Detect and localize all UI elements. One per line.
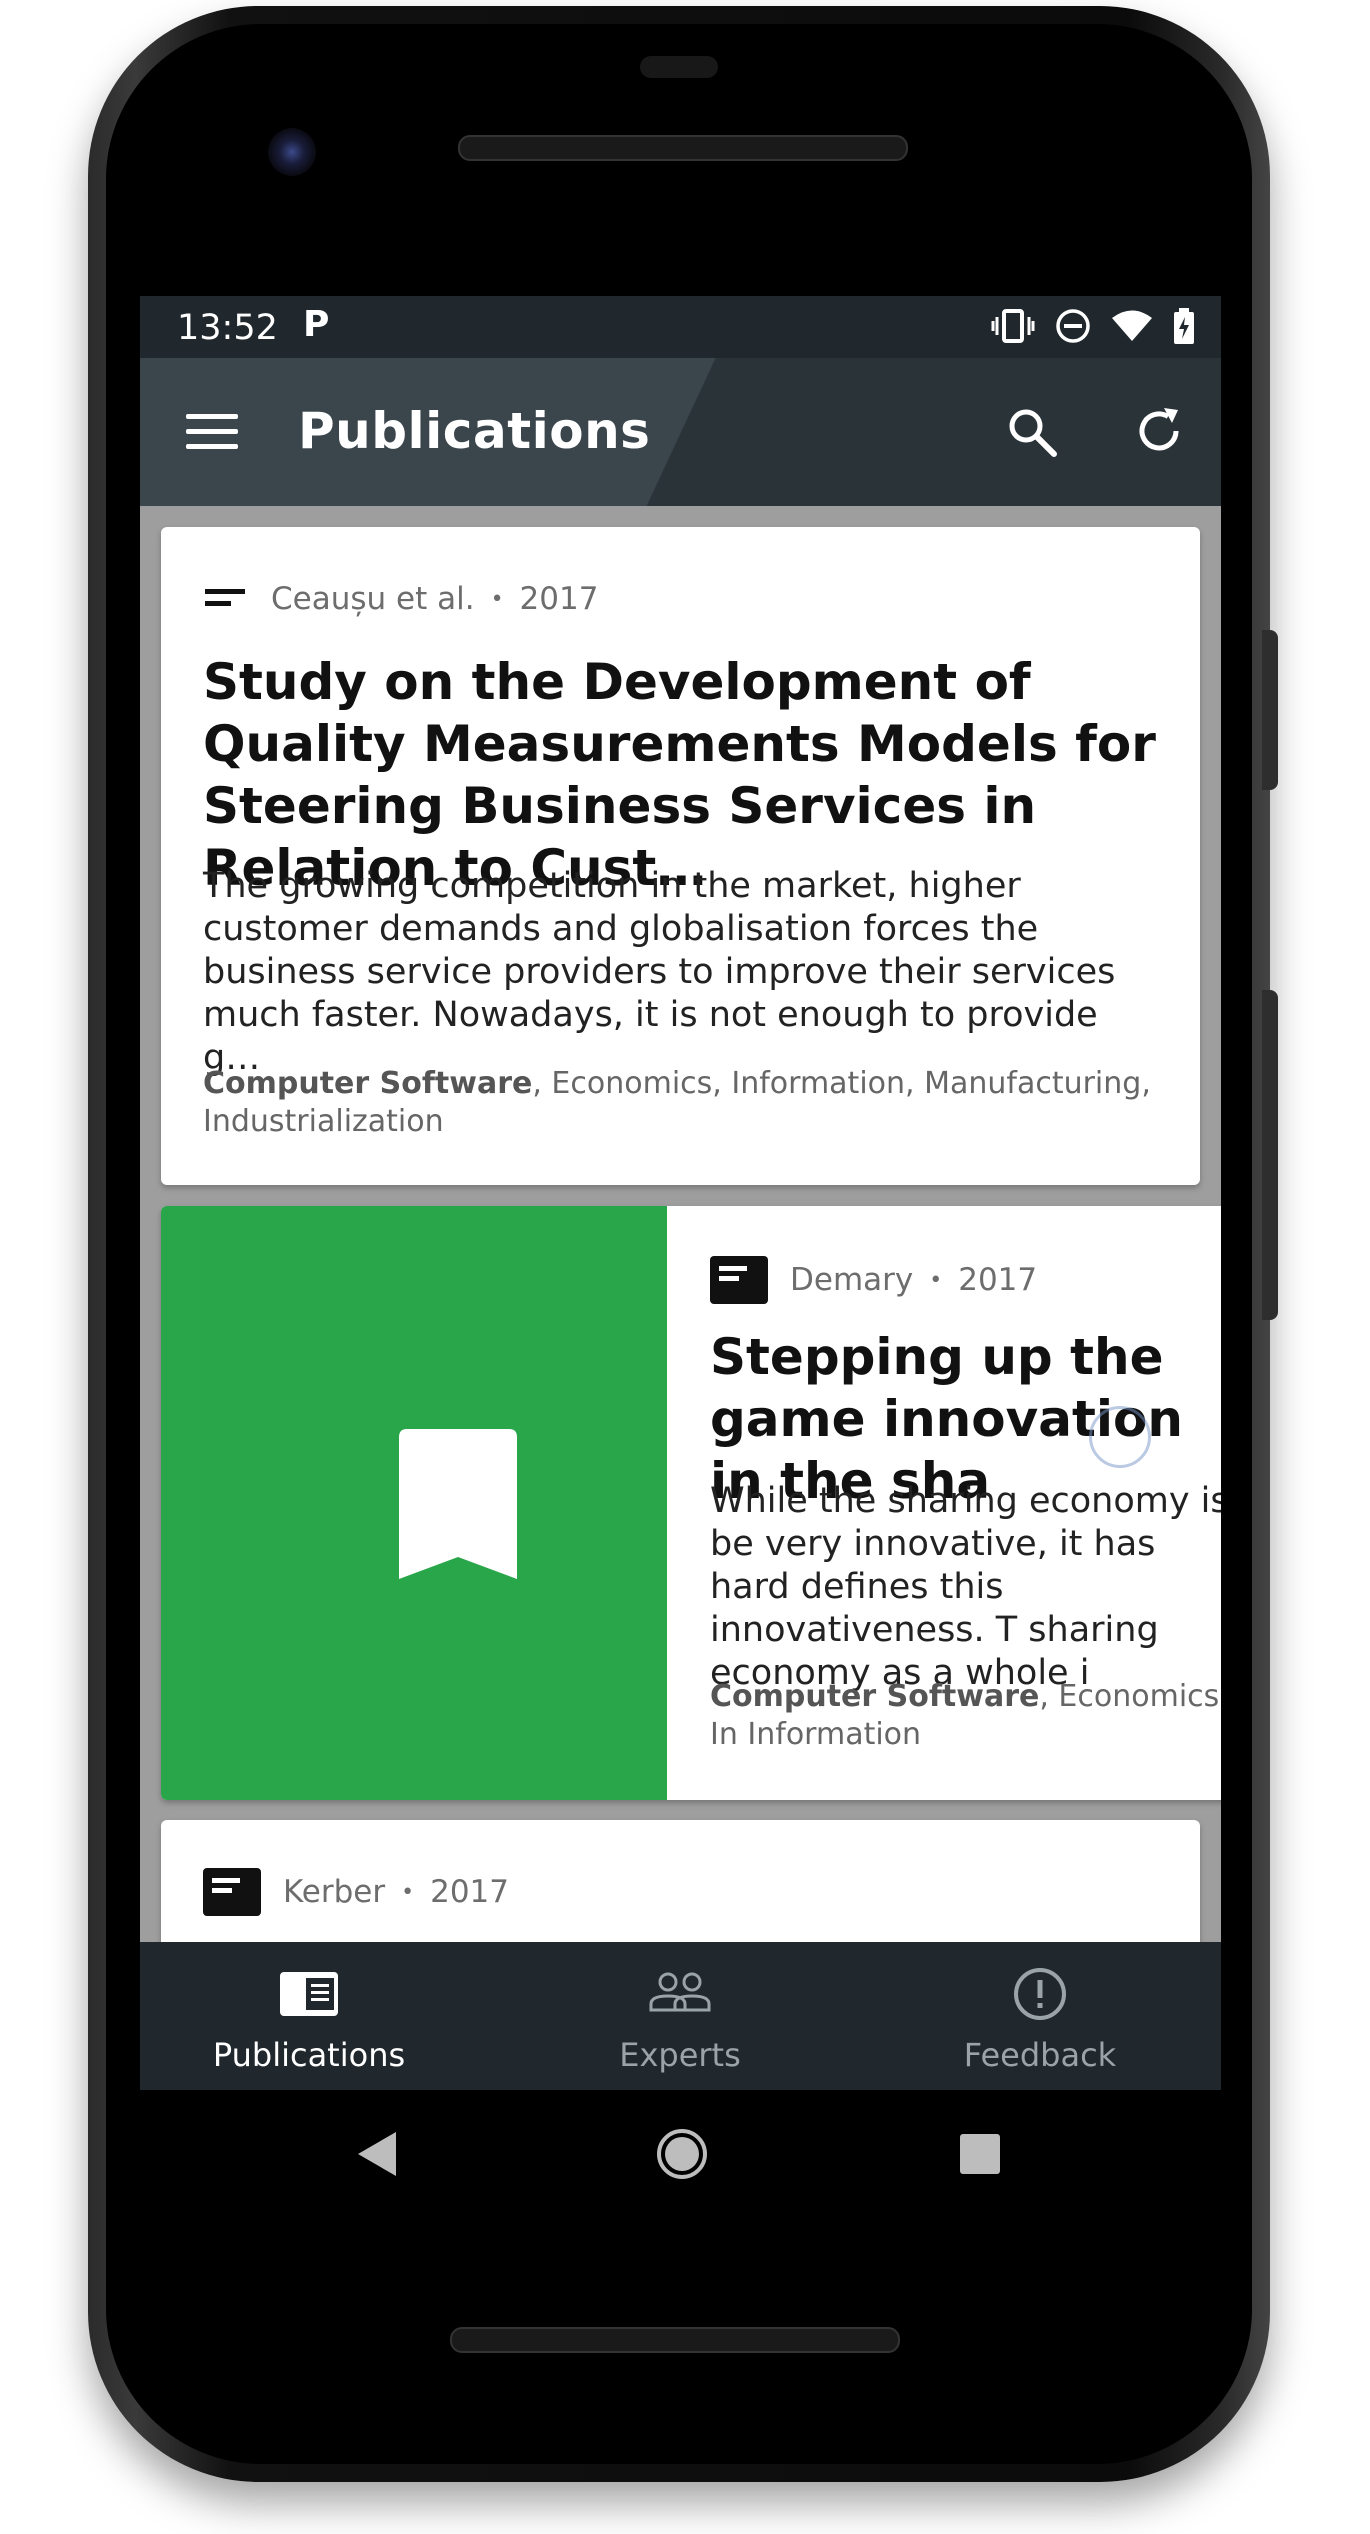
search-icon[interactable] [1006, 406, 1058, 458]
power-button [1262, 630, 1278, 790]
card-thumbnail [161, 1206, 667, 1800]
bottom-navigation: Publications Experts Feedback [140, 1942, 1221, 2090]
card-meta: Kerber • 2017 [203, 1868, 509, 1916]
card-year: 2017 [430, 1874, 509, 1910]
card-authors: Ceaușu et al. [271, 581, 475, 617]
top-slot [640, 56, 718, 78]
bookmark-icon [399, 1429, 517, 1579]
card-year: 2017 [519, 581, 599, 617]
app-bar: Publications [140, 358, 1221, 506]
status-bar: 13:52 P [140, 296, 1221, 358]
card-title[interactable]: Study on the Development of Quality Meas… [203, 651, 1163, 899]
nav-label: Experts [619, 2036, 741, 2074]
back-icon[interactable] [356, 2130, 398, 2178]
card-abstract: While the sharing economy is be very inn… [710, 1481, 1221, 1693]
article-icon [710, 1256, 768, 1304]
vibrate-icon [991, 309, 1035, 343]
publication-card[interactable]: Ceaușu et al. • 2017 Study on the Develo… [161, 527, 1200, 1185]
card-keyword-primary: Computer Software [710, 1679, 1040, 1714]
touch-ripple [1089, 1406, 1151, 1468]
card-keyword-primary: Computer Software [203, 1066, 533, 1101]
card-keywords: Computer Software, Economics, Informatio… [203, 1065, 1163, 1141]
recents-icon[interactable] [960, 2134, 1000, 2174]
nav-item-experts[interactable]: Experts [530, 1942, 830, 2090]
card-abstract: The growing competition in the market, h… [203, 866, 1116, 1078]
refresh-icon[interactable] [1132, 404, 1186, 458]
nav-item-feedback[interactable]: Feedback [890, 1942, 1190, 2090]
system-navigation-bar [140, 2090, 1221, 2220]
card-authors: Demary [790, 1262, 914, 1298]
feedback-icon [1014, 1968, 1066, 2020]
earpiece-speaker [458, 135, 908, 161]
home-icon[interactable] [656, 2128, 708, 2180]
people-icon [649, 1972, 711, 2012]
nav-label: Feedback [963, 2036, 1117, 2074]
publication-list[interactable]: Ceaușu et al. • 2017 Study on the Develo… [140, 506, 1221, 2020]
wifi-icon [1112, 310, 1152, 341]
screen: 13:52 P Publications Ceaușu et al. • 201… [140, 296, 1221, 2090]
card-year: 2017 [958, 1262, 1038, 1298]
article-icon [203, 1868, 261, 1916]
status-icons [991, 308, 1195, 344]
card-meta: Ceaușu et al. • 2017 [203, 581, 598, 617]
front-camera [268, 128, 316, 176]
card-body: Demary • 2017 Stepping up the game innov… [667, 1206, 1221, 1800]
card-keywords: Computer Software, Economics, In Informa… [710, 1678, 1221, 1754]
page-title: Publications [298, 402, 651, 460]
text-document-icon [205, 589, 245, 606]
nav-item-publications[interactable]: Publications [159, 1942, 459, 2090]
battery-icon [1174, 308, 1194, 344]
dnd-icon [1056, 309, 1090, 343]
menu-icon[interactable] [186, 414, 238, 450]
parking-notification-icon: P [303, 304, 330, 345]
volume-button [1262, 990, 1278, 1320]
card-authors: Kerber [283, 1874, 386, 1910]
nav-label: Publications [212, 2036, 406, 2074]
card-meta: Demary • 2017 [710, 1256, 1037, 1304]
bottom-speaker [450, 2327, 900, 2353]
status-time: 13:52 [177, 308, 278, 348]
publication-card-swiped[interactable]: Demary • 2017 Stepping up the game innov… [161, 1206, 1221, 1800]
publications-icon [280, 1972, 338, 2016]
